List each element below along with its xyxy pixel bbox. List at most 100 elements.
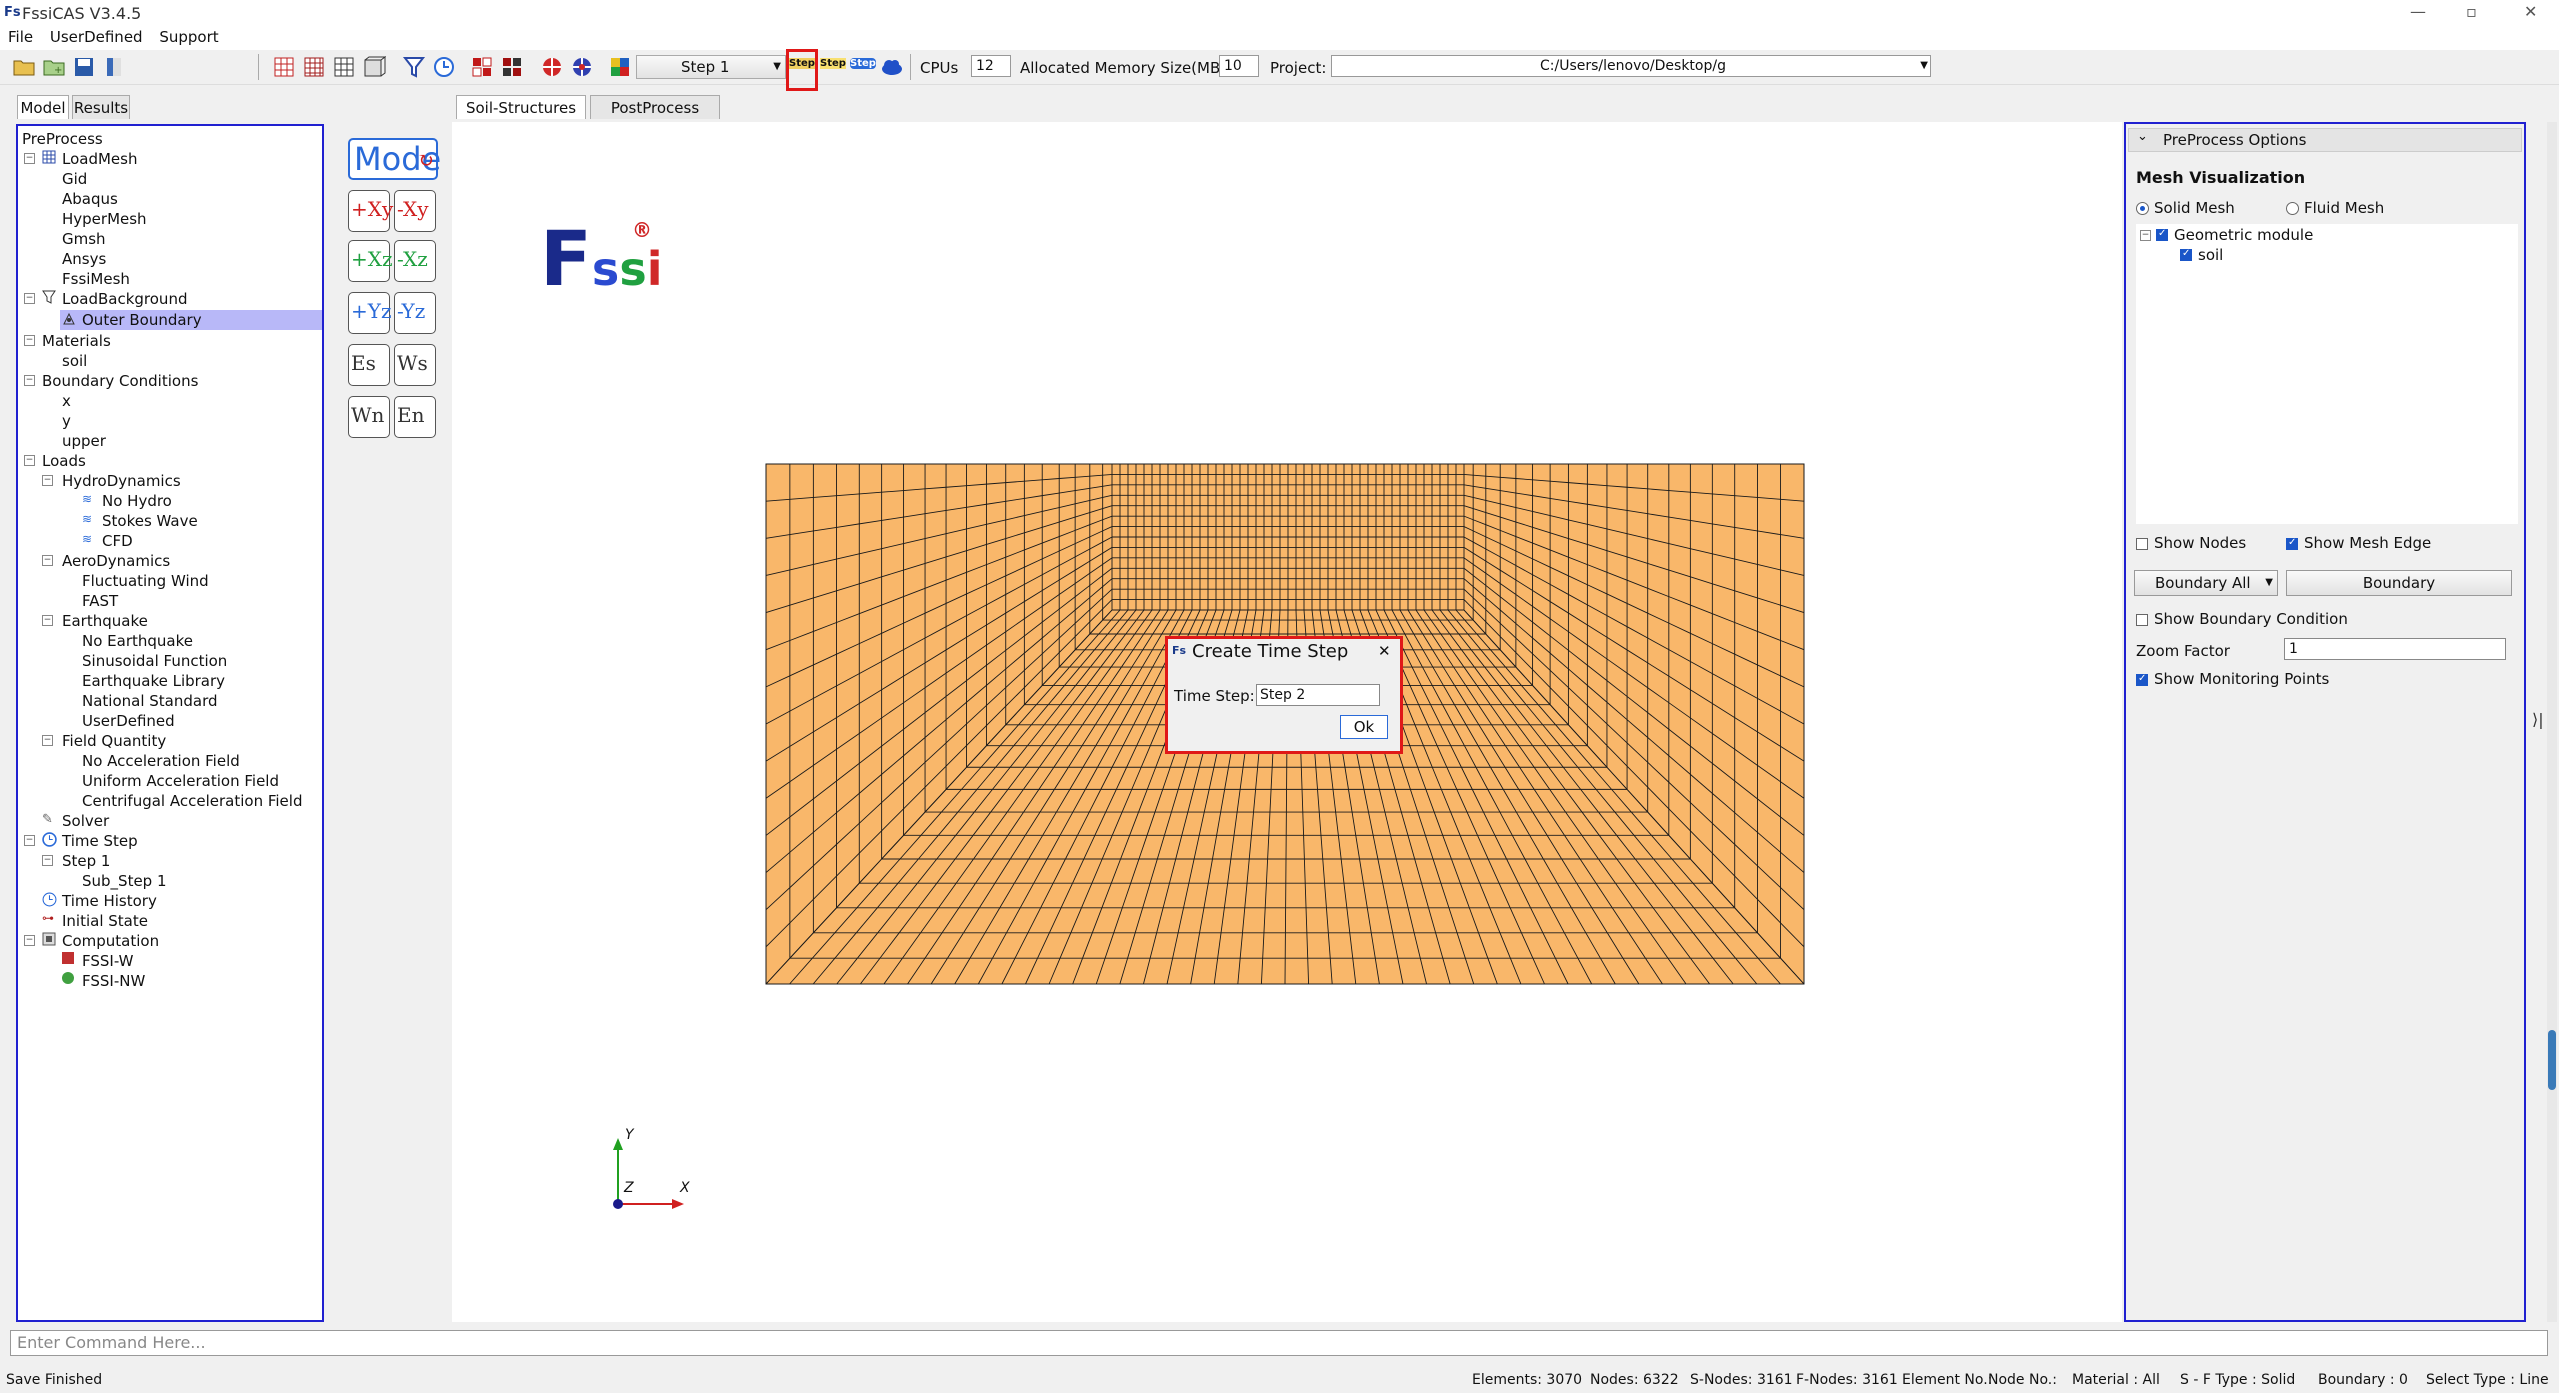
options-header[interactable]: ⌄ PreProcess Options [2128,128,2522,152]
tree-item-userdefined[interactable]: UserDefined [82,712,175,730]
tree-item-cfd[interactable]: CFD [102,532,133,550]
tree-fssi-w[interactable]: FSSI-W [82,952,133,970]
collapse-icon[interactable]: − [24,375,35,386]
tree-item-no-earthquake[interactable]: No Earthquake [82,632,193,650]
tree-item-stokes-wave[interactable]: Stokes Wave [102,512,198,530]
project-path-input[interactable]: C:/Users/lenovo/Desktop/g ▼ [1331,55,1931,77]
menu-support[interactable]: Support [159,28,218,46]
tree-time-history[interactable]: Time History [62,892,157,910]
tree-item-hypermesh[interactable]: HyperMesh [62,210,147,228]
tab-results[interactable]: Results [72,95,130,119]
panel-toggle-icon[interactable] [102,55,126,79]
collapse-icon[interactable]: − [42,855,53,866]
time-history-icon[interactable] [432,55,456,79]
ok-button[interactable]: Ok [1340,715,1388,739]
tree-item-gmsh[interactable]: Gmsh [62,230,106,248]
menu-userdefined[interactable]: UserDefined [50,28,143,46]
mesh-edge-icon[interactable] [332,55,356,79]
tree-aerodynamics[interactable]: AeroDynamics [62,552,170,570]
tree-item-soil[interactable]: soil [62,352,87,370]
tree-item-no-hydro[interactable]: No Hydro [102,492,172,510]
ws-view-button[interactable]: Ws [394,344,436,386]
tree-item-y[interactable]: y [62,412,71,430]
dialog-close-icon[interactable]: ✕ [1378,642,1391,660]
tree-sub-step-1[interactable]: Sub_Step 1 [82,872,167,890]
tree-initial-state[interactable]: Initial State [62,912,148,930]
tree-item-earthquake-library[interactable]: Earthquake Library [82,672,225,690]
solid-mesh-radio[interactable] [2136,202,2149,215]
create-step-button[interactable]: Step [789,58,815,69]
tree-item-x[interactable]: x [62,392,71,410]
tree-item-national-standard[interactable]: National Standard [82,692,218,710]
collapse-icon[interactable]: − [24,335,35,346]
collapse-icon[interactable]: − [24,455,35,466]
collapse-icon[interactable]: − [2140,230,2151,241]
run-cloud-icon[interactable] [880,55,904,79]
model-view-button[interactable]: Mode ↻ [348,138,441,180]
material-dark-icon[interactable] [500,55,524,79]
tree-loadbackground[interactable]: LoadBackground [62,290,187,308]
command-input[interactable]: Enter Command Here... [10,1330,2548,1356]
tree-hydrodynamics[interactable]: HydroDynamics [62,472,181,490]
tree-item-sinusoidal-function[interactable]: Sinusoidal Function [82,652,227,670]
open-folder-icon[interactable] [12,55,36,79]
tree-item-upper[interactable]: upper [62,432,106,450]
load-globe-2-icon[interactable] [570,55,594,79]
tree-computation[interactable]: Computation [62,932,159,950]
material-red-icon[interactable] [470,55,494,79]
scrollbar-thumb[interactable] [2548,1030,2556,1090]
tree-item-gid[interactable]: Gid [62,170,87,188]
tree-outer-boundary[interactable]: Outer Boundary [82,311,202,329]
tab-soil-structures[interactable]: Soil-Structures [456,95,586,119]
memory-input[interactable]: 10 [1219,55,1259,77]
tree-root-preprocess[interactable]: PreProcess [22,130,103,148]
collapse-icon[interactable]: − [24,153,35,164]
collapse-icon[interactable]: − [24,835,35,846]
tree-boundary-conditions[interactable]: Boundary Conditions [42,372,198,390]
tree-loadmesh[interactable]: LoadMesh [62,150,137,168]
show-nodes-checkbox[interactable] [2136,538,2148,550]
color-palette-icon[interactable] [608,55,632,79]
tree-item-uniform-acceleration-field[interactable]: Uniform Acceleration Field [82,772,279,790]
save-icon[interactable] [72,55,96,79]
collapse-icon[interactable]: − [24,935,35,946]
mesh-grid-dense-icon[interactable] [302,55,326,79]
tree-item-centrifugal-acceleration-field[interactable]: Centrifugal Acceleration Field [82,792,302,810]
load-globe-icon[interactable] [540,55,564,79]
tree-materials[interactable]: Materials [42,332,111,350]
es-view-button[interactable]: Es [348,344,390,386]
collapse-icon[interactable]: − [42,615,53,626]
boundary-all-select[interactable]: Boundary All ▼ [2134,570,2278,596]
show-boundary-condition-checkbox[interactable] [2136,614,2148,626]
show-monitoring-points-checkbox[interactable] [2136,673,2148,686]
tree-fssi-nw[interactable]: FSSI-NW [82,972,145,990]
step-select[interactable]: Step 1 ▼ [636,55,786,79]
collapse-icon[interactable]: − [42,475,53,486]
menu-file[interactable]: File [8,28,33,46]
tree-item-ansys[interactable]: Ansys [62,250,106,268]
boundary-button[interactable]: Boundary [2286,570,2512,596]
close-icon[interactable]: ✕ [2524,2,2537,21]
collapse-panel-icon[interactable]: ⟩| [2532,710,2544,729]
right-scrollbar[interactable] [2547,122,2557,1322]
minimize-icon[interactable]: — [2410,2,2426,21]
plus-xy-view-button[interactable]: +Xy [348,190,393,232]
tree-item-fast[interactable]: FAST [82,592,118,610]
collapse-icon[interactable]: − [24,293,35,304]
tree-field-quantity[interactable]: Field Quantity [62,732,166,750]
tab-postprocess[interactable]: PostProcess [590,95,720,119]
boundary-funnel-icon[interactable] [402,55,426,79]
tab-model[interactable]: Model [17,95,69,119]
tree-step-1[interactable]: Step 1 [62,852,110,870]
tree-loads[interactable]: Loads [42,452,86,470]
minus-yz-view-button[interactable]: -Yz [394,292,436,334]
tree-item-no-acceleration-field[interactable]: No Acceleration Field [82,752,240,770]
time-step-input[interactable]: Step 2 [1256,684,1380,706]
tree-item-abaqus[interactable]: Abaqus [62,190,118,208]
wn-view-button[interactable]: Wn [348,396,390,438]
fluid-mesh-radio[interactable] [2286,202,2299,215]
tree-item-fluctuating-wind[interactable]: Fluctuating Wind [82,572,209,590]
geo-soil-checkbox[interactable] [2180,248,2192,261]
plus-yz-view-button[interactable]: +Yz [348,292,392,334]
zoom-factor-input[interactable]: 1 [2284,638,2506,660]
